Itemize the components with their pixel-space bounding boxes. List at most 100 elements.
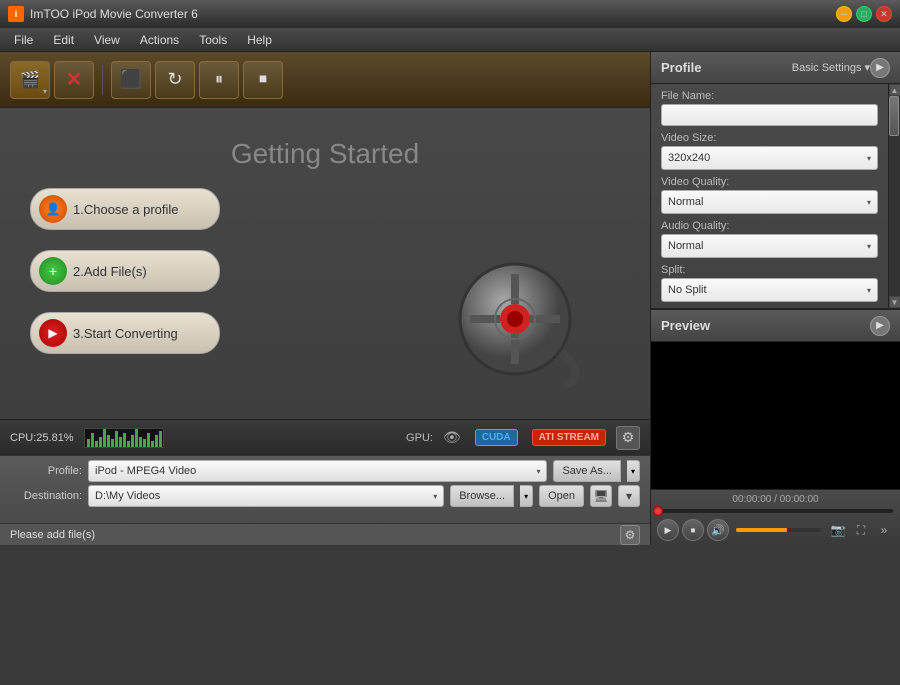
menu-edit[interactable]: Edit: [43, 31, 84, 49]
video-quality-field: Video Quality: Normal ▾: [661, 176, 878, 214]
profile-value: iPod - MPEG4 Video: [95, 465, 196, 477]
file-name-label: File Name:: [661, 90, 878, 102]
window-controls: ─ □ ✕: [836, 6, 892, 22]
content-panel: 🎬 ▾ ✕ ⬛ ↻ ⏸ ⏹ Getting Started: [0, 52, 650, 545]
menu-file[interactable]: File: [4, 31, 43, 49]
profile-scrollbar[interactable]: ▲ ▼: [888, 84, 900, 308]
save-as-dropdown-arrow[interactable]: ▾: [627, 460, 640, 482]
video-quality-value: Normal: [668, 196, 703, 208]
stop-button[interactable]: ⏹: [243, 61, 283, 99]
menu-tools[interactable]: Tools: [189, 31, 237, 49]
progress-bar[interactable]: [657, 508, 894, 514]
volume-button[interactable]: 🔊: [707, 519, 729, 541]
basic-settings-button[interactable]: Basic Settings ▾: [792, 61, 870, 74]
stop-icon: ⏹: [259, 71, 267, 89]
main-layout: 🎬 ▾ ✕ ⬛ ↻ ⏸ ⏹ Getting Started: [0, 52, 900, 545]
gpu-settings-button[interactable]: ⚙: [616, 426, 640, 450]
save-as-button[interactable]: Save As...: [553, 460, 621, 482]
time-display: 00:00:00 / 00:00:00: [657, 494, 894, 505]
play-button[interactable]: ▶: [657, 519, 679, 541]
choose-profile-icon: 👤: [39, 195, 67, 223]
profile-header: Profile Basic Settings ▾ ▶: [651, 52, 900, 84]
file-name-input[interactable]: [661, 104, 878, 126]
destination-dropdown-arrow: ▾: [433, 492, 437, 501]
folder-icon-button[interactable]: 🖥: [590, 485, 612, 507]
refresh-button[interactable]: ↻: [155, 61, 195, 99]
toolbar: 🎬 ▾ ✕ ⬛ ↻ ⏸ ⏹: [0, 52, 650, 108]
import-button[interactable]: ⬛: [111, 61, 151, 99]
steps-panel: 👤 1.Choose a profile + 2.Add File(s) ▶ 3…: [30, 188, 220, 354]
scrollbar-track[interactable]: [889, 96, 900, 296]
audio-quality-combo[interactable]: Normal ▾: [661, 234, 878, 258]
gpu-label: GPU:: [406, 432, 433, 444]
video-quality-label: Video Quality:: [661, 176, 878, 188]
start-converting-label: 3.Start Converting: [73, 326, 178, 341]
destination-combo[interactable]: D:\My Videos ▾: [88, 485, 444, 507]
maximize-button[interactable]: □: [856, 6, 872, 22]
screenshot-button[interactable]: 📷: [828, 520, 848, 540]
split-dropdown-arrow: ▾: [867, 286, 871, 295]
getting-started-title: Getting Started: [231, 138, 419, 170]
choose-profile-button[interactable]: 👤 1.Choose a profile: [30, 188, 220, 230]
pause-icon: ⏸: [215, 71, 223, 89]
ati-badge: ATI STREAM: [532, 429, 606, 446]
preview-section: Preview ▶ 00:00:00 / 00:00:00 ▶ ⏹ 🔊 📷: [651, 310, 900, 545]
scrollbar-down-arrow[interactable]: ▼: [889, 296, 900, 308]
preview-expand-button[interactable]: ▶: [870, 316, 890, 336]
volume-slider[interactable]: [736, 528, 821, 532]
remove-button[interactable]: ✕: [54, 61, 94, 99]
video-size-dropdown-arrow: ▾: [867, 154, 871, 163]
open-button[interactable]: Open: [539, 485, 584, 507]
more-button[interactable]: »: [874, 520, 894, 540]
player-controls: 00:00:00 / 00:00:00 ▶ ⏹ 🔊 📷 ⛶ »: [651, 489, 900, 545]
browse-dropdown-arrow[interactable]: ▾: [520, 485, 533, 507]
split-value: No Split: [668, 284, 707, 296]
audio-quality-value: Normal: [668, 240, 703, 252]
add-file-icon: 🎬: [20, 70, 40, 90]
progress-knob[interactable]: [653, 506, 663, 516]
browse-button[interactable]: Browse...: [450, 485, 514, 507]
profile-expand-button[interactable]: ▶: [870, 58, 890, 78]
stop-player-button[interactable]: ⏹: [682, 519, 704, 541]
file-name-field: File Name:: [661, 90, 878, 126]
bottom-bar: Profile: iPod - MPEG4 Video ▾ Save As...…: [0, 455, 650, 523]
menu-bar: File Edit View Actions Tools Help: [0, 28, 900, 52]
gpu-eye-icon: 👁: [443, 429, 461, 446]
getting-started-area: Getting Started 👤 1.Choose a profile + 2…: [0, 108, 650, 419]
profile-row: Profile: iPod - MPEG4 Video ▾ Save As...…: [10, 460, 640, 482]
video-size-combo[interactable]: 320x240 ▾: [661, 146, 878, 170]
profile-fields: File Name: Video Size: 320x240 ▾: [651, 84, 888, 308]
video-quality-combo[interactable]: Normal ▾: [661, 190, 878, 214]
split-label: Split:: [661, 264, 878, 276]
menu-view[interactable]: View: [84, 31, 130, 49]
scrollbar-up-arrow[interactable]: ▲: [889, 84, 900, 96]
start-converting-button[interactable]: ▶ 3.Start Converting: [30, 312, 220, 354]
basic-settings-label: Basic Settings: [792, 62, 862, 74]
video-size-label: Video Size:: [661, 132, 878, 144]
profile-section: Profile Basic Settings ▾ ▶ File Name:: [651, 52, 900, 310]
audio-quality-label: Audio Quality:: [661, 220, 878, 232]
scrollbar-thumb[interactable]: [889, 96, 899, 136]
profile-panel-title: Profile: [661, 60, 792, 75]
split-field: Split: No Split ▾: [661, 264, 878, 302]
add-files-button[interactable]: + 2.Add File(s): [30, 250, 220, 292]
destination-value: D:\My Videos: [95, 490, 160, 502]
menu-help[interactable]: Help: [237, 31, 282, 49]
cpu-graph: [84, 428, 164, 448]
status-settings-button[interactable]: ⚙: [620, 525, 640, 545]
split-combo[interactable]: No Split ▾: [661, 278, 878, 302]
menu-actions[interactable]: Actions: [130, 31, 189, 49]
close-button[interactable]: ✕: [876, 6, 892, 22]
player-buttons: ▶ ⏹ 🔊 📷 ⛶ »: [657, 519, 894, 541]
preview-panel-title: Preview: [661, 318, 870, 333]
content-statusbar: CPU:25.81%: [0, 419, 650, 455]
add-file-button[interactable]: 🎬 ▾: [10, 61, 50, 99]
profile-combo[interactable]: iPod - MPEG4 Video ▾: [88, 460, 547, 482]
video-size-field: Video Size: 320x240 ▾: [661, 132, 878, 170]
film-reel-graphic: [450, 259, 570, 379]
fullscreen-button[interactable]: ⛶: [851, 520, 871, 540]
minimize-button[interactable]: ─: [836, 6, 852, 22]
cpu-info: CPU:25.81%: [10, 432, 74, 444]
pause-button[interactable]: ⏸: [199, 61, 239, 99]
more-options-button[interactable]: ▾: [618, 485, 640, 507]
